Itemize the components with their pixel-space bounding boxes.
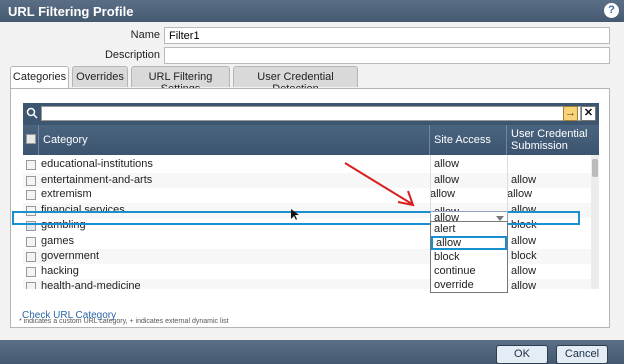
user-credential-cell[interactable]: allow (511, 174, 536, 186)
row-checkbox[interactable] (26, 282, 36, 289)
column-user-credential-line2: Submission (511, 140, 568, 152)
dialog-body: Name Description Categories Overrides UR… (0, 22, 624, 364)
row-checkbox[interactable] (26, 252, 36, 262)
clear-filter-icon[interactable]: ✕ (581, 106, 596, 121)
user-credential-cell[interactable]: allow (511, 265, 536, 277)
filter-toolbar: → ✕ (23, 103, 599, 125)
annotation-arrow-icon (344, 162, 415, 207)
select-all-checkbox[interactable] (26, 134, 36, 144)
user-credential-cell[interactable]: allow (511, 280, 536, 289)
row-checkbox[interactable] (26, 160, 36, 170)
table-row[interactable]: entertainment-and-arts allow allow (23, 173, 591, 188)
row-checkbox[interactable] (26, 237, 36, 247)
option-alert[interactable]: alert (431, 222, 507, 236)
category-cell: hacking (41, 265, 79, 277)
tab-categories[interactable]: Categories (10, 66, 69, 89)
description-input[interactable] (164, 47, 610, 64)
dialog-titlebar: URL Filtering Profile ? (0, 0, 624, 22)
category-cell: extremism (41, 188, 92, 200)
ok-button[interactable]: OK (496, 345, 548, 364)
tab-url-filtering-settings[interactable]: URL Filtering Settings (131, 66, 230, 95)
dialog-title: URL Filtering Profile (8, 4, 134, 19)
user-credential-cell[interactable]: allow (507, 188, 532, 200)
user-credential-cell[interactable]: block (511, 250, 537, 262)
help-icon[interactable]: ? (604, 3, 619, 18)
column-site-access[interactable]: Site Access (430, 125, 507, 155)
search-icon (26, 107, 38, 119)
row-checkbox[interactable] (26, 267, 36, 277)
row-checkbox[interactable] (26, 176, 36, 186)
column-user-credential[interactable]: User Credential Submission (507, 125, 599, 155)
name-label: Name (130, 29, 160, 41)
description-label: Description (104, 49, 160, 61)
category-cell: educational-institutions (41, 158, 153, 170)
table-row[interactable]: extremism allow allow (23, 187, 591, 202)
category-cell: government (41, 250, 100, 262)
category-cell: health-and-medicine (41, 280, 141, 289)
column-user-credential-line1: User Credential (511, 128, 588, 140)
site-access-options: alert allow block continue override (430, 221, 508, 293)
column-category[interactable]: Category (39, 125, 430, 155)
option-continue[interactable]: continue (431, 264, 507, 278)
grid-header: Category Site Access User Credential Sub… (23, 125, 599, 155)
tab-overrides[interactable]: Overrides (72, 66, 128, 87)
select-all-cell (23, 125, 39, 155)
site-access-cell[interactable]: allow (434, 158, 459, 170)
check-url-category-link[interactable]: Check URL Category (22, 310, 116, 321)
user-credential-cell[interactable]: allow (511, 235, 536, 247)
apply-filter-icon[interactable]: → (563, 106, 578, 121)
table-row[interactable]: educational-institutions allow (23, 157, 591, 172)
category-cell: games (41, 235, 75, 247)
site-access-cell[interactable]: allow (434, 174, 459, 186)
category-cell: entertainment-and-arts (41, 174, 153, 186)
scrollbar-thumb[interactable] (592, 159, 598, 177)
cancel-button[interactable]: Cancel (556, 345, 608, 364)
option-block[interactable]: block (431, 250, 507, 264)
site-access-cell[interactable]: allow (430, 188, 455, 200)
mouse-cursor-icon (291, 209, 299, 220)
row-checkbox[interactable] (26, 190, 36, 200)
grid-scrollbar[interactable] (591, 155, 599, 289)
filter-input[interactable] (41, 106, 581, 121)
option-allow[interactable]: allow (431, 236, 507, 250)
name-input[interactable] (164, 27, 610, 44)
option-override[interactable]: override (431, 278, 507, 292)
tab-user-credential-detection[interactable]: User Credential Detection (233, 66, 358, 95)
categories-panel: → ✕ Category Site Access User Credential… (10, 88, 610, 328)
